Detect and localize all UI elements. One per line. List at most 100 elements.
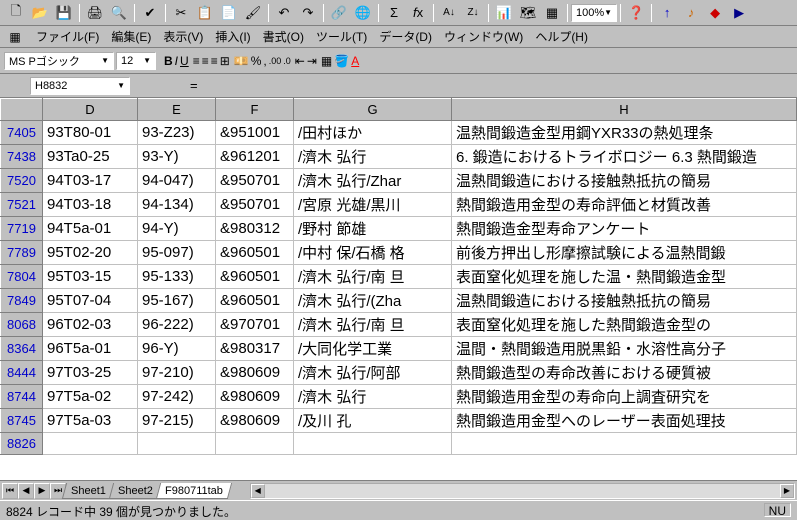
row-header[interactable]: 7719 xyxy=(1,217,43,241)
tab-sheet1[interactable]: Sheet1 xyxy=(62,483,115,499)
table-row[interactable]: 8364 96T5a-01 96-Y) &980317 /大同化学工業 温間・熱… xyxy=(1,337,797,361)
comma-icon[interactable]: , xyxy=(263,54,266,68)
cell[interactable]: 95-097) xyxy=(138,241,216,265)
cell[interactable]: &951001 xyxy=(216,121,294,145)
formula-input[interactable]: = xyxy=(190,78,198,93)
menu-help[interactable]: ヘルプ(H) xyxy=(535,28,588,45)
cell-reference[interactable]: H8832▼ xyxy=(30,77,130,95)
fill-color-icon[interactable]: 🪣 xyxy=(334,54,349,68)
right-arrow-icon[interactable]: ▶ xyxy=(728,3,750,23)
cell[interactable]: 温熱間鍛造における接触熱抵抗の簡易 xyxy=(452,289,797,313)
cell[interactable]: 熱間鍛造用金型の寿命評価と材質改善 xyxy=(452,193,797,217)
save-icon[interactable]: 💾 xyxy=(53,3,75,23)
cell[interactable]: 熱間鍛造金型寿命アンケート xyxy=(452,217,797,241)
cell[interactable]: 96T02-03 xyxy=(43,313,138,337)
menu-insert[interactable]: 挿入(I) xyxy=(215,28,250,45)
cell[interactable]: &980312 xyxy=(216,217,294,241)
cell[interactable]: /濟木 弘行 xyxy=(294,145,452,169)
cut-icon[interactable]: ✂ xyxy=(170,3,192,23)
table-row[interactable]: 8744 97T5a-02 97-242) &980609 /濟木 弘行 熱間鍛… xyxy=(1,385,797,409)
cell[interactable]: /濟木 弘行/阿部 xyxy=(294,361,452,385)
cell[interactable]: 94-047) xyxy=(138,169,216,193)
col-header-h[interactable]: H xyxy=(452,99,797,121)
table-row[interactable]: 8826 xyxy=(1,433,797,455)
cell[interactable]: 表面窒化処理を施した熱間鍛造金型の xyxy=(452,313,797,337)
copy-icon[interactable]: 📋 xyxy=(194,3,216,23)
inc-decimal-icon[interactable]: .00 xyxy=(269,56,282,66)
cell[interactable]: 温熱間鍛造における接触熱抵抗の簡易 xyxy=(452,169,797,193)
web-icon[interactable]: 🌐 xyxy=(352,3,374,23)
tab-sheet2[interactable]: Sheet2 xyxy=(109,483,162,499)
font-color-icon[interactable]: A xyxy=(351,54,359,68)
row-header[interactable]: 8364 xyxy=(1,337,43,361)
cell[interactable]: /濟木 弘行/Zhar xyxy=(294,169,452,193)
sort-desc-icon[interactable]: Z↓ xyxy=(462,3,484,23)
cell[interactable]: /中村 保/石橋 格 xyxy=(294,241,452,265)
row-header[interactable]: 8826 xyxy=(1,433,43,455)
horizontal-scrollbar[interactable]: ◀ ▶ xyxy=(250,483,795,499)
cell[interactable]: &950701 xyxy=(216,169,294,193)
table-row[interactable]: 7719 94T5a-01 94-Y) &980312 /野村 節雄 熱間鍛造金… xyxy=(1,217,797,241)
cell[interactable]: /濟木 弘行 xyxy=(294,385,452,409)
menu-edit[interactable]: 編集(E) xyxy=(111,28,151,45)
cell[interactable]: /濟木 弘行/南 旦 xyxy=(294,313,452,337)
chart-icon[interactable]: 📊 xyxy=(493,3,515,23)
italic-icon[interactable]: I xyxy=(175,54,178,68)
column-headers[interactable]: D E F G H xyxy=(1,99,797,121)
tab-first-icon[interactable]: ⏮ xyxy=(2,483,18,499)
row-header[interactable]: 7849 xyxy=(1,289,43,313)
format-painter-icon[interactable]: 🖌 xyxy=(242,3,264,23)
cell[interactable]: 前後方押出し形摩擦試験による温熱間鍛 xyxy=(452,241,797,265)
cell[interactable]: 93-Y) xyxy=(138,145,216,169)
cell[interactable]: 熱間鍛造用金型へのレーザー表面処理技 xyxy=(452,409,797,433)
menu-tools[interactable]: ツール(T) xyxy=(316,28,367,45)
row-header[interactable]: 7789 xyxy=(1,241,43,265)
dec-indent-icon[interactable]: ⇤ xyxy=(295,54,305,68)
cell[interactable]: &961201 xyxy=(216,145,294,169)
col-header-d[interactable]: D xyxy=(43,99,138,121)
table-row[interactable]: 7405 93T80-01 93-Z23) &951001 /田村ほか 温熱間鍛… xyxy=(1,121,797,145)
cell[interactable]: /濟木 弘行/(Zha xyxy=(294,289,452,313)
row-header[interactable]: 7405 xyxy=(1,121,43,145)
table-row[interactable]: 7789 95T02-20 95-097) &960501 /中村 保/石橋 格… xyxy=(1,241,797,265)
row-header[interactable]: 8068 xyxy=(1,313,43,337)
function-icon[interactable]: fx xyxy=(407,3,429,23)
cell[interactable]: 96T5a-01 xyxy=(43,337,138,361)
map-icon[interactable]: 🗺 xyxy=(517,3,539,23)
zoom-select[interactable]: 100%▼ xyxy=(571,4,617,22)
cell[interactable]: &980609 xyxy=(216,361,294,385)
underline-icon[interactable]: U xyxy=(180,54,189,68)
row-header[interactable]: 8444 xyxy=(1,361,43,385)
row-header[interactable]: 8744 xyxy=(1,385,43,409)
cell[interactable]: 97-215) xyxy=(138,409,216,433)
cell[interactable]: 93Ta0-25 xyxy=(43,145,138,169)
borders-icon[interactable]: ▦ xyxy=(321,54,332,68)
cell[interactable]: /濟木 弘行/南 旦 xyxy=(294,265,452,289)
currency-icon[interactable]: 💴 xyxy=(234,54,249,68)
cell[interactable]: 96-222) xyxy=(138,313,216,337)
cell[interactable]: /田村ほか xyxy=(294,121,452,145)
help-icon[interactable]: ❓ xyxy=(625,3,647,23)
row-header[interactable]: 7804 xyxy=(1,265,43,289)
cell[interactable]: 表面窒化処理を施した温・熱間鍛造金型 xyxy=(452,265,797,289)
menu-data[interactable]: データ(D) xyxy=(379,28,432,45)
tab-prev-icon[interactable]: ◀ xyxy=(18,483,34,499)
row-header[interactable]: 7520 xyxy=(1,169,43,193)
cell[interactable]: 93-Z23) xyxy=(138,121,216,145)
up-arrow-icon[interactable]: ↑ xyxy=(656,3,678,23)
inc-indent-icon[interactable]: ⇥ xyxy=(307,54,317,68)
font-select[interactable]: MS Pゴシック▼ xyxy=(4,52,114,70)
cell[interactable]: 94T03-17 xyxy=(43,169,138,193)
cell[interactable]: 95-167) xyxy=(138,289,216,313)
align-left-icon[interactable]: ≡ xyxy=(193,54,200,68)
cell[interactable]: /及川 孔 xyxy=(294,409,452,433)
align-center-icon[interactable]: ≡ xyxy=(202,54,209,68)
row-header[interactable]: 7521 xyxy=(1,193,43,217)
diamond-icon[interactable]: ◆ xyxy=(704,3,726,23)
cell[interactable]: &980317 xyxy=(216,337,294,361)
menu-view[interactable]: 表示(V) xyxy=(163,28,203,45)
cell[interactable]: 熱間鍛造型の寿命改善における硬質被 xyxy=(452,361,797,385)
preview-icon[interactable]: 🔍 xyxy=(108,3,130,23)
table-row[interactable]: 8444 97T03-25 97-210) &980609 /濟木 弘行/阿部 … xyxy=(1,361,797,385)
cell[interactable]: 95T03-15 xyxy=(43,265,138,289)
